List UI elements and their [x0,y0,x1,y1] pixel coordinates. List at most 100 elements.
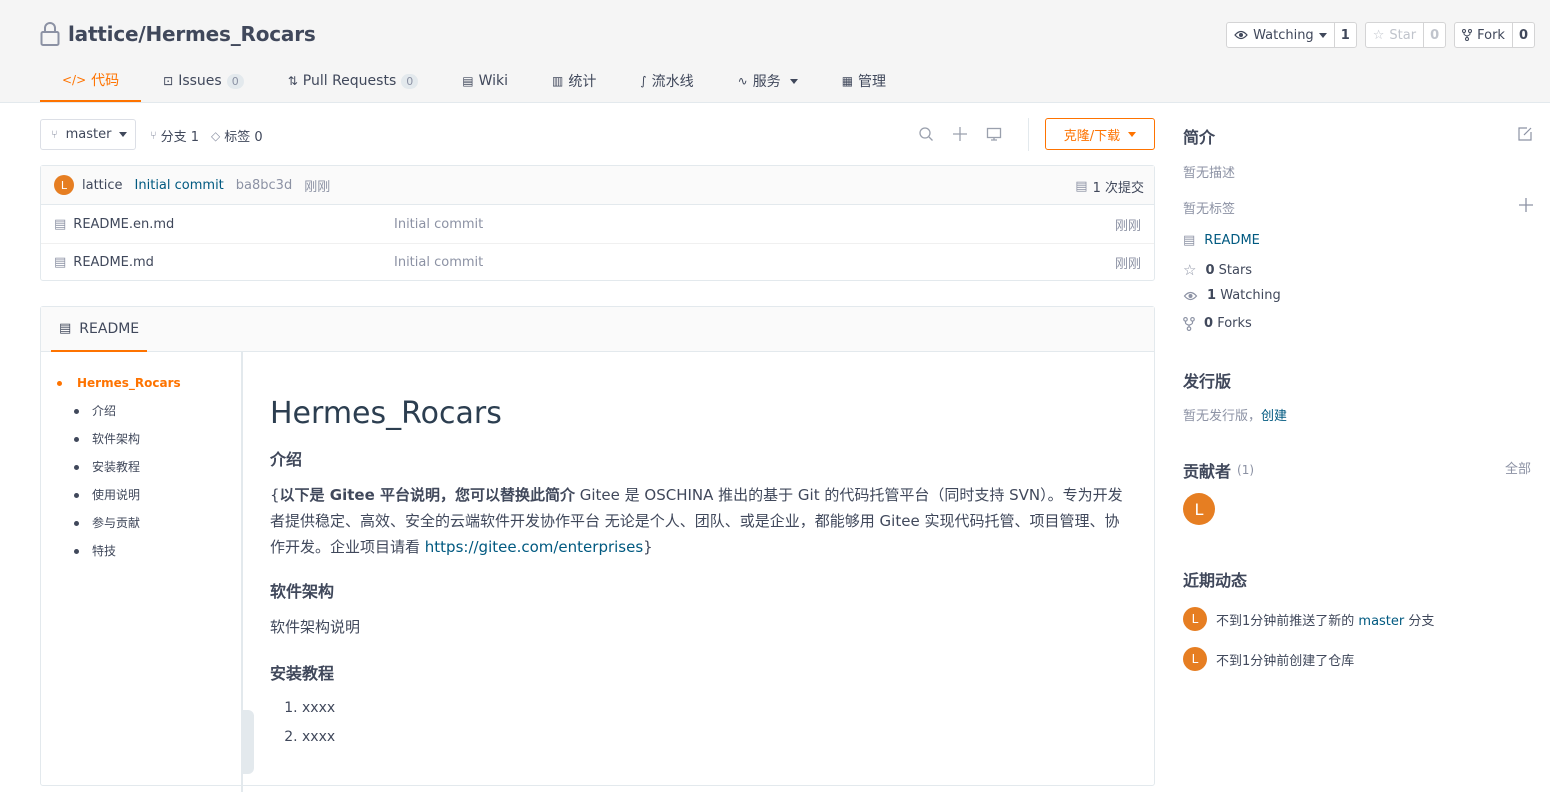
activity-text: 不到1分钟前推送了新的 [1216,613,1359,629]
star-icon: ☆ [1372,27,1385,43]
clone-download-button[interactable]: 克隆/下载 [1045,118,1155,150]
commit-author-link[interactable]: lattice [82,178,123,193]
avatar[interactable]: L [1183,647,1207,671]
readme-link[interactable]: README [1204,233,1260,248]
chevron-down-icon [1128,131,1137,137]
file-link[interactable]: ▤ README.md [54,255,154,270]
tab-pipeline[interactable]: ∫ 流水线 [618,60,715,102]
repo-title: lattice/Hermes_Rocars [40,22,316,46]
fork-count[interactable]: 0 [1513,23,1534,47]
forks-row[interactable]: 0 Forks [1183,316,1252,331]
tab-manage[interactable]: ▦ 管理 [820,60,908,102]
intro-prefix: { [270,486,280,504]
search-icon[interactable] [918,126,934,142]
star-button-group: ☆ Star 0 [1364,22,1447,48]
eye-icon [1183,291,1198,300]
wiki-icon: ▤ [462,74,474,88]
tags-label: 标签 0 [224,130,263,145]
contributors-title: 贡献者 (1) [1183,458,1254,482]
branch-select[interactable]: ⑂ master [40,119,136,150]
readme-title: Hermes_Rocars [270,396,502,431]
table-row: ▤ README.en.md Initial commit 刚刚 [41,205,1154,243]
install-steps: xxxx xxxx [270,694,1130,752]
activity-title: 近期动态 [1183,571,1248,590]
tags-link[interactable]: ◇ 标签 0 [211,126,263,146]
commit-count-label: 1 次提交 [1092,181,1144,196]
tab-readme[interactable]: ▤ README [51,307,148,352]
watching-label: Watching [1220,288,1281,303]
toc-item[interactable]: 软件架构 [41,431,241,459]
clone-label: 克隆/下载 [1063,128,1121,144]
commit-time: 刚刚 [304,179,331,195]
readme-content: Hermes_Rocars 介绍 {以下是 Gitee 平台说明，您可以替换此简… [270,352,1130,752]
issues-count-badge: 0 [226,73,244,89]
chevron-down-icon [789,78,798,84]
edit-icon[interactable] [1517,126,1533,142]
file-tools [918,126,1002,142]
avatar[interactable]: L [1183,607,1207,631]
chart-icon: ▥ [552,74,564,88]
stars-row[interactable]: ☆ 0 Stars [1183,261,1252,279]
tab-code[interactable]: </> 代码 [40,60,142,102]
add-file-icon[interactable] [952,126,968,142]
contributors-all-link[interactable]: 全部 [1505,458,1531,477]
file-commit-link[interactable]: Initial commit [394,217,483,232]
tab-wiki[interactable]: ▤ Wiki [440,60,530,102]
activity-text-suffix: 分支 [1404,613,1435,629]
toc-item[interactable]: 参与贡献 [41,515,241,543]
file-link[interactable]: ▤ README.en.md [54,217,174,232]
branch-name: master [65,127,112,142]
readme-heading-install: 安装教程 [270,664,335,683]
toc-item[interactable]: 安装教程 [41,459,241,487]
readme-tab-label: README [79,320,140,337]
repo-name-link[interactable]: lattice/Hermes_Rocars [68,22,316,46]
commit-count-link[interactable]: ▤ 1 次提交 [1075,177,1144,196]
tab-issues[interactable]: ⊡ Issues 0 [141,60,266,102]
watch-button[interactable]: Watching [1227,23,1335,47]
tab-pull-requests[interactable]: ⇅ Pull Requests 0 [266,60,441,102]
tab-service[interactable]: ∿ 服务 [716,60,820,102]
fork-label: Fork [1477,27,1505,43]
readme-panel: ▤ README Hermes_Rocars 介绍 软件架构 安装教程 使用说明… [40,306,1155,792]
branches-link[interactable]: ⑂ 分支 1 [150,126,199,145]
commit-sha-link[interactable]: ba8bc3d [236,178,292,193]
toc-item[interactable]: 特技 [41,543,241,571]
list-item: xxxx [302,694,1130,723]
create-release-link[interactable]: 创建 [1261,409,1287,424]
web-ide-icon[interactable] [986,126,1002,142]
file-name: README.md [73,255,154,270]
branch-meta: ⑂ 分支 1 ◇ 标签 0 [150,126,263,146]
avatar[interactable]: L [54,175,74,195]
commit-message-link[interactable]: Initial commit [135,178,224,193]
file-time: 刚刚 [1114,257,1141,272]
no-tags: 暂无标签 [1183,202,1236,217]
star-icon: ☆ [1183,261,1197,279]
file-icon: ▤ [54,255,67,270]
toc-item[interactable]: 使用说明 [41,487,241,515]
star-count[interactable]: 0 [1424,23,1445,47]
activity-item: L 不到1分钟前推送了新的 master 分支 [1183,607,1434,631]
add-tag-icon[interactable] [1519,198,1533,212]
activity-branch-link[interactable]: master [1358,614,1404,629]
readme-toc: Hermes_Rocars 介绍 软件架构 安装教程 使用说明 参与贡献 特技 [41,352,243,792]
toc-item[interactable]: 介绍 [41,403,241,431]
watching-row[interactable]: 1 Watching [1183,288,1281,303]
toc-item[interactable]: Hermes_Rocars [41,375,241,403]
file-commit-link[interactable]: Initial commit [394,255,483,270]
watch-count[interactable]: 1 [1335,23,1356,47]
enterprise-link[interactable]: https://gitee.com/enterprises [425,538,643,556]
no-description: 暂无描述 [1183,166,1236,181]
tab-stats[interactable]: ▥ 统计 [530,60,618,102]
file-icon: ▤ [59,321,72,336]
latest-commit-row: L lattice Initial commit ba8bc3d 刚刚 ▤ 1 … [41,166,1154,205]
avatar[interactable]: L [1183,493,1215,525]
toc-collapse-handle[interactable] [242,710,254,774]
issues-icon: ⊡ [163,74,174,88]
fork-icon [1462,29,1473,41]
fork-button[interactable]: Fork [1455,23,1513,47]
repo-tabs: </> 代码 ⊡ Issues 0 ⇅ Pull Requests 0 ▤ Wi… [40,60,908,103]
table-row: ▤ README.md Initial commit 刚刚 [41,243,1154,281]
branch-bar: ⑂ master ⑂ 分支 1 ◇ 标签 0 克隆/下载 [40,118,1155,151]
branches-label: 分支 1 [160,130,200,145]
star-button[interactable]: ☆ Star [1366,23,1425,47]
